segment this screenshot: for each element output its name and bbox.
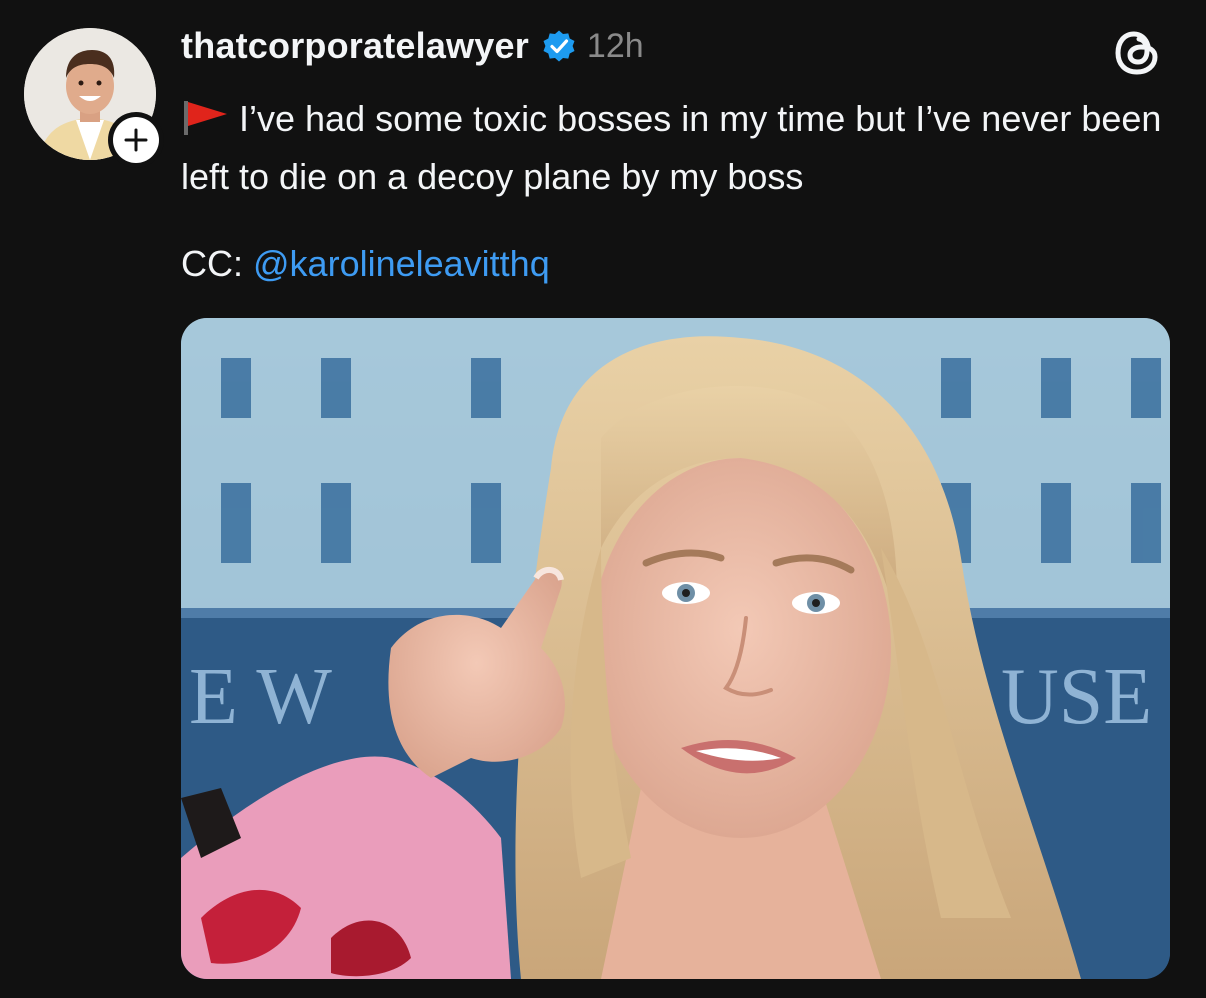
mention-link[interactable]: @karolineleavitthq [253, 243, 550, 284]
red-flag-icon [184, 101, 227, 135]
post-image-illustration: E W USE [181, 318, 1170, 979]
follow-badge-circle [113, 117, 159, 163]
post-body: I’ve had some toxic bosses in my time bu… [181, 90, 1181, 206]
threads-post: thatcorporatelawyer 12h I’ve had some to… [0, 0, 1206, 998]
post-timestamp: 12h [586, 26, 644, 65]
backdrop-text-right: USE [1001, 653, 1152, 741]
username-link[interactable]: thatcorporatelawyer [181, 25, 529, 67]
avatar-container [24, 28, 164, 168]
plus-icon [124, 128, 148, 152]
cc-label: CC: [181, 243, 243, 284]
backdrop-text-left: E W [189, 653, 332, 741]
follow-button[interactable] [108, 112, 164, 168]
verified-badge-icon [543, 30, 575, 62]
post-image[interactable]: E W USE [181, 318, 1170, 979]
threads-logo-icon[interactable] [1110, 24, 1166, 80]
post-text: I’ve had some toxic bosses in my time bu… [181, 98, 1162, 197]
post-header: thatcorporatelawyer 12h [181, 22, 644, 70]
cc-line: CC: @karolineleavitthq [181, 240, 550, 288]
